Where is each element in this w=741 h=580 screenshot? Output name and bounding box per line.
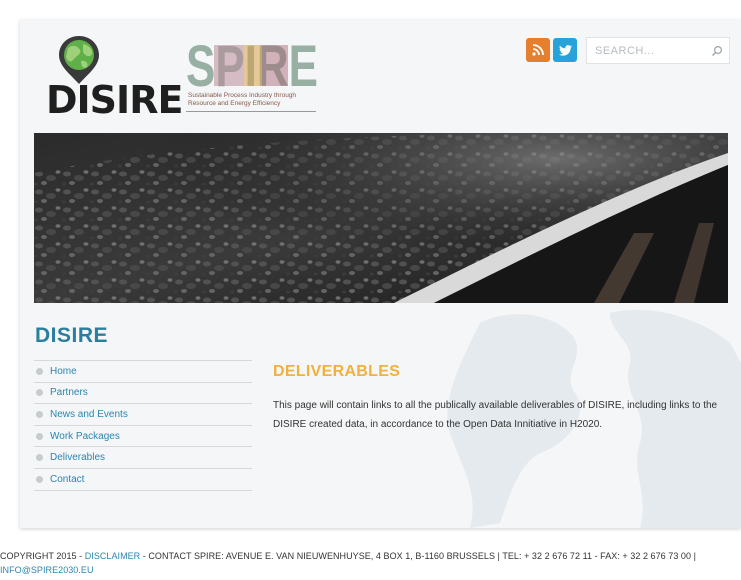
search-input[interactable]	[595, 44, 705, 57]
site-title: DISIRE	[35, 324, 109, 347]
sidebar-nav: Home Partners News and Events Work Packa…	[34, 360, 252, 491]
spire-tagline: Sustainable Process Industry through Res…	[188, 92, 297, 107]
page-card: DISIRE SPIRE Sustainable Process Industr…	[20, 20, 741, 528]
bullet-icon	[36, 432, 43, 440]
twitter-icon	[558, 44, 572, 56]
sidebar-item-work-packages[interactable]: Work Packages	[34, 426, 252, 448]
sidebar-item-label[interactable]: News and Events	[50, 409, 128, 420]
disire-logo-text: DISIRE	[46, 78, 183, 122]
sidebar-item-label[interactable]: Partners	[50, 387, 88, 398]
page-title: DELIVERABLES	[273, 363, 401, 380]
twitter-button[interactable]	[553, 38, 577, 62]
sidebar-item-contact[interactable]: Contact	[34, 469, 252, 491]
bullet-icon	[36, 454, 43, 462]
footer-contact-text: - CONTACT SPIRE: AVENUE E. VAN NIEUWENHU…	[140, 551, 696, 561]
search-box[interactable]	[586, 37, 730, 64]
spire-logo-mark: SPIRE	[186, 42, 318, 88]
sidebar-item-label[interactable]: Deliverables	[50, 452, 105, 463]
sidebar-item-label[interactable]: Contact	[50, 474, 84, 485]
disire-logo[interactable]: DISIRE	[46, 34, 183, 120]
sidebar-item-home[interactable]: Home	[34, 361, 252, 383]
footer-copyright: COPYRIGHT 2015 -	[0, 551, 85, 561]
sidebar-item-partners[interactable]: Partners	[34, 383, 252, 405]
rss-button[interactable]	[526, 38, 550, 62]
sidebar-item-deliverables[interactable]: Deliverables	[34, 447, 252, 469]
bullet-icon	[36, 410, 43, 418]
divider	[186, 111, 316, 112]
sidebar-item-label[interactable]: Home	[50, 366, 77, 377]
email-link[interactable]: INFO@SPIRE2030.EU	[0, 565, 94, 575]
spire-logo[interactable]: SPIRE Sustainable Process Industry throu…	[186, 42, 318, 120]
sidebar-item-news-and-events[interactable]: News and Events	[34, 404, 252, 426]
rss-icon	[532, 44, 544, 56]
footer: COPYRIGHT 2015 - DISCLAIMER - CONTACT SP…	[0, 549, 741, 577]
sidebar-item-label[interactable]: Work Packages	[50, 431, 120, 442]
disclaimer-link[interactable]: DISCLAIMER	[85, 551, 141, 561]
bullet-icon	[36, 389, 43, 397]
hero-image	[34, 133, 728, 303]
search-icon[interactable]	[711, 45, 723, 57]
bullet-icon	[36, 475, 43, 483]
bullet-icon	[36, 367, 43, 375]
page-body-text: This page will contain links to all the …	[273, 400, 718, 430]
